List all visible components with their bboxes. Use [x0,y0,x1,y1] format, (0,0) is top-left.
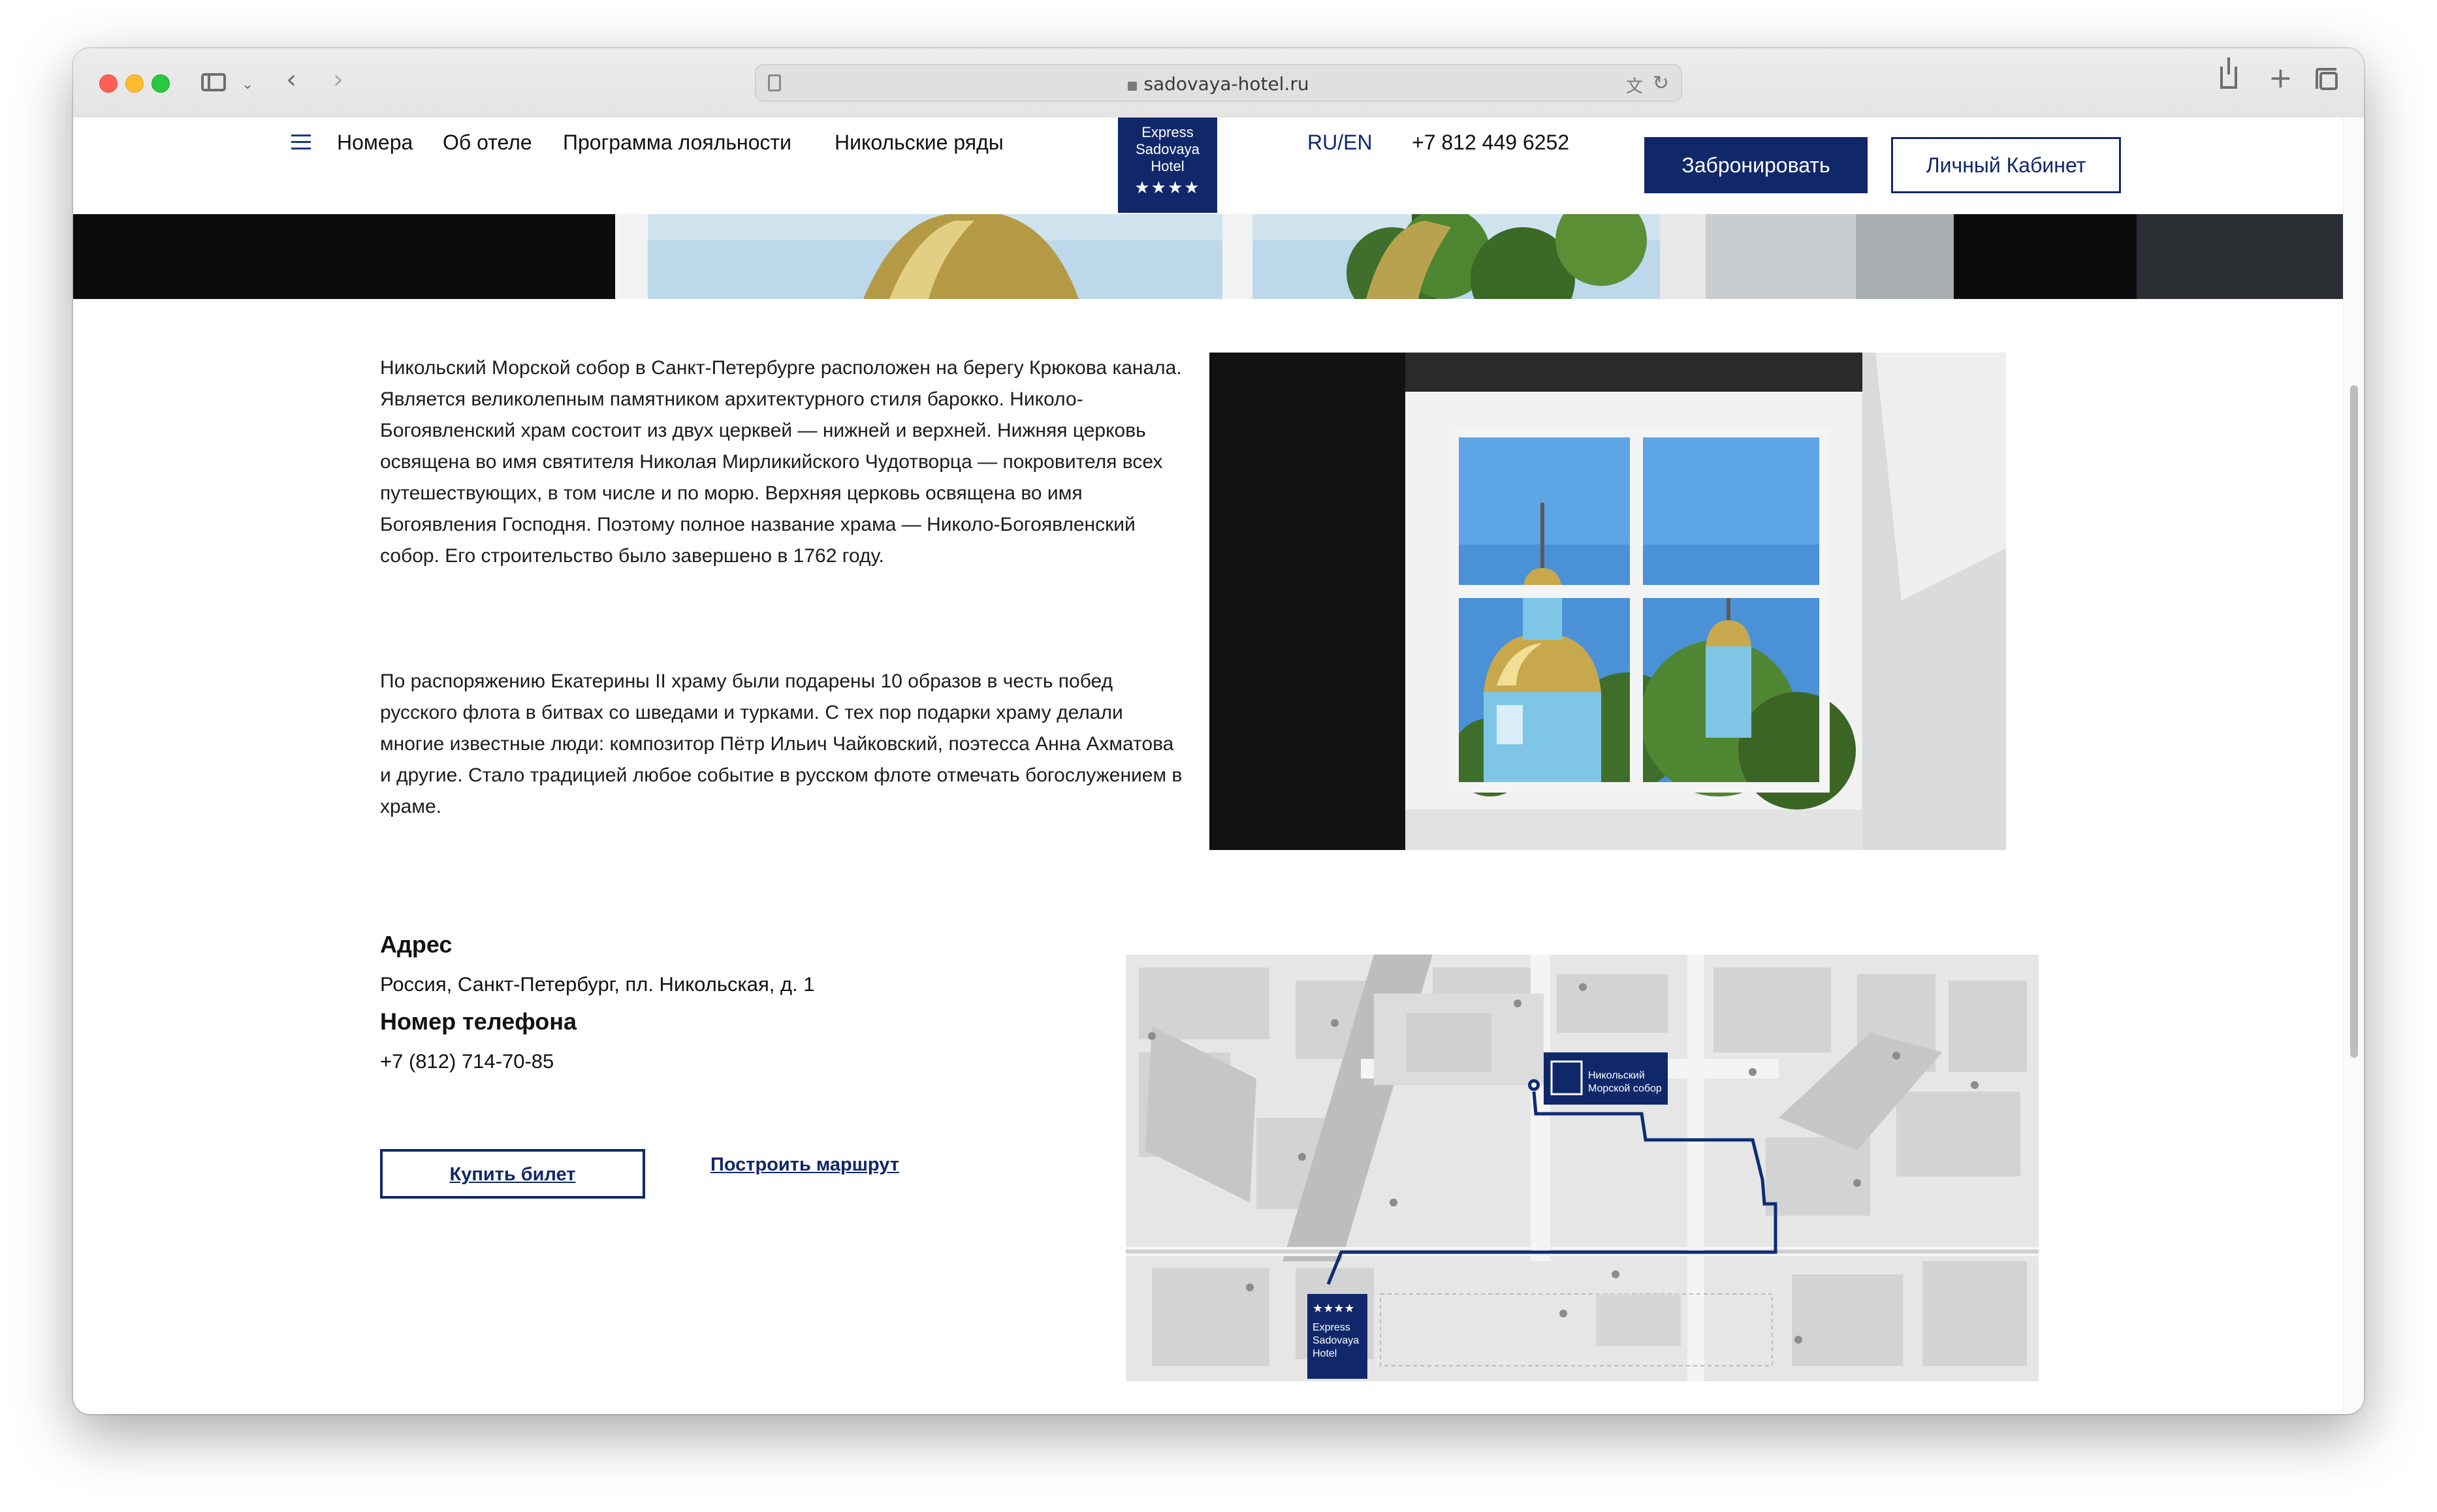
scrollbar-thumb[interactable] [2350,385,2358,1058]
phone-label: Номер телефона [380,1008,577,1035]
zoom-window-button[interactable] [151,74,170,93]
hotel-map-label-3: Hotel [1313,1348,1337,1359]
menu-icon[interactable] [291,134,311,151]
address-label: Адрес [380,931,453,958]
close-window-button[interactable] [99,74,118,93]
buy-ticket-button[interactable]: Купить билет [380,1149,645,1199]
description-paragraph-2: По распоряжению Екатерины II храму были … [380,670,1183,817]
hotel-map-stars-icon: ★★★★ [1313,1302,1355,1315]
translate-icon[interactable]: 文 [1626,73,1643,97]
share-icon[interactable] [2220,57,2237,89]
sidebar-toggle-icon[interactable] [201,73,226,91]
browser-window: ⌄ ‹ › sadovaya-hotel.ru 文 ↻ + Номера Об … [73,48,2364,1414]
build-route-link[interactable]: Построить маршрут [710,1154,899,1176]
stars-icon: ★★★★ [1134,178,1201,197]
cathedral-map-label: Никольский [1588,1070,1645,1081]
forward-icon[interactable]: › [333,67,343,93]
browser-toolbar: ⌄ ‹ › sadovaya-hotel.ru 文 ↻ + [73,48,2364,119]
phone-value[interactable]: +7 (812) 714-70-85 [380,1050,554,1073]
account-button[interactable]: Личный Кабинет [1891,137,2121,193]
hero-image [73,214,2343,299]
new-tab-icon[interactable]: + [2269,64,2293,93]
nav-about[interactable]: Об отеле [443,131,532,155]
hotel-map-label-1: Express [1313,1322,1350,1333]
tab-overview-icon[interactable] [2316,68,2338,90]
book-button[interactable]: Забронировать [1644,137,1868,193]
address-value: Россия, Санкт-Петербург, пл. Никольская,… [380,973,815,996]
lock-icon [1128,82,1138,91]
cathedral-map-label-2: Морской собор [1588,1083,1662,1094]
address-bar[interactable]: sadovaya-hotel.ru 文 ↻ [755,64,1682,102]
chevron-down-icon[interactable]: ⌄ [242,73,253,97]
nav-rooms[interactable]: Номера [337,131,413,155]
cathedral-window-photo [1209,353,2006,850]
header-phone[interactable]: +7 812 449 6252 [1412,131,1569,155]
hotel-logo[interactable]: Express Sadovaya Hotel ★★★★ [1118,118,1217,213]
page-scrollbar[interactable] [2343,118,2364,1414]
language-switch[interactable]: RU/EN [1307,131,1373,155]
url-text: sadovaya-hotel.ru [756,73,1681,95]
nav-loyalty[interactable]: Программа лояльности [563,131,791,155]
description-paragraph-1: Никольский Морской собор в Санкт-Петербу… [380,357,1182,567]
back-icon[interactable]: ‹ [286,67,296,93]
nav-nikolskie-ryady[interactable]: Никольские ряды [835,131,1004,155]
hotel-map-label-2: Sadovaya [1313,1335,1359,1346]
route-map[interactable]: Никольский Морской собор ★★★★ Express Sa… [1126,954,2039,1381]
minimize-window-button[interactable] [125,74,144,93]
reload-icon[interactable]: ↻ [1653,72,1669,95]
